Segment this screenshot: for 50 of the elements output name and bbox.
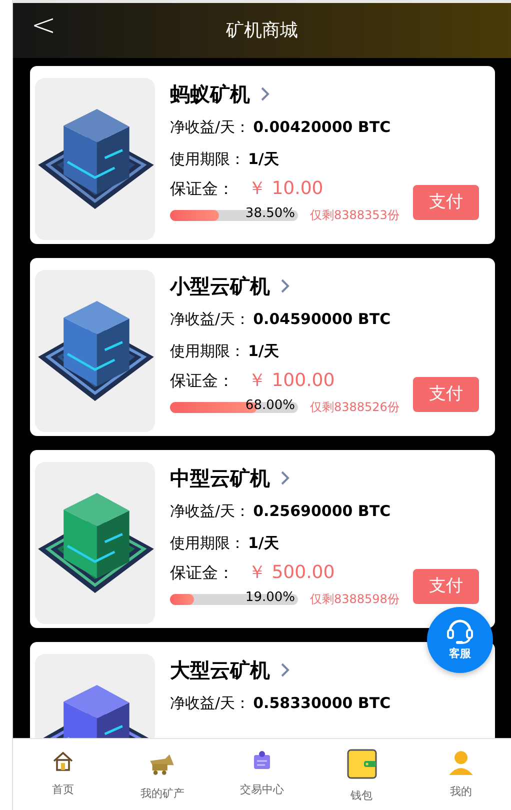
tab-label: 我的矿产 — [140, 786, 184, 802]
tab-item[interactable]: 我的矿产 — [112, 739, 212, 810]
product-name[interactable]: 大型云矿机 — [170, 655, 270, 685]
person-icon — [448, 749, 474, 775]
product-name[interactable]: 中型云矿机 — [170, 463, 270, 493]
wallet-icon — [346, 749, 377, 779]
house-icon — [50, 749, 75, 773]
headset-icon — [445, 617, 475, 646]
tab-item[interactable]: 交易中心 — [212, 739, 312, 810]
tab-item[interactable]: 首页 — [13, 739, 113, 810]
income-label: 净收益/天： — [170, 693, 250, 714]
remaining-stock: 仅剩8388526份 — [310, 399, 400, 416]
period-value: 1/天 — [248, 149, 279, 170]
chevron-right-icon[interactable] — [280, 278, 290, 294]
period-value: 1/天 — [248, 533, 279, 554]
progress-percent: 68.00% — [245, 398, 295, 414]
remaining-stock: 仅剩8388598份 — [310, 591, 400, 608]
deposit-label: 保证金： — [170, 370, 234, 392]
tab-label: 交易中心 — [240, 782, 284, 798]
period-label: 使用期限： — [170, 149, 245, 170]
product-name[interactable]: 小型云矿机 — [170, 271, 270, 301]
income-value: 0.04590000 BTC — [253, 309, 391, 330]
period-label: 使用期限： — [170, 533, 245, 554]
progress-percent: 19.00% — [245, 590, 295, 606]
chevron-right-icon[interactable] — [280, 470, 290, 486]
deposit-price: ￥ 10.00 — [248, 177, 324, 201]
deposit-label: 保证金： — [170, 562, 234, 584]
tab-item[interactable]: 钱包 — [312, 739, 412, 810]
progress-percent: 38.50% — [245, 206, 295, 222]
page-title: 矿机商城 — [226, 19, 298, 43]
deposit-price: ￥ 100.00 — [248, 369, 335, 393]
deposit-label: 保证金： — [170, 178, 234, 200]
income-label: 净收益/天： — [170, 309, 250, 330]
tab-label: 我的 — [450, 784, 472, 800]
back-button[interactable]: < — [31, 11, 56, 41]
income-label: 净收益/天： — [170, 501, 250, 522]
period-label: 使用期限： — [170, 341, 245, 362]
tab-label: 首页 — [52, 782, 74, 798]
chevron-right-icon[interactable] — [280, 662, 290, 678]
remaining-stock: 仅剩8388353份 — [310, 207, 400, 224]
deposit-price: ￥ 500.00 — [248, 561, 335, 585]
period-value: 1/天 — [248, 341, 279, 362]
product-name[interactable]: 蚂蚁矿机 — [170, 79, 250, 109]
income-value: 0.00420000 BTC — [253, 117, 391, 138]
tab-label: 钱包 — [350, 788, 373, 804]
tab-item[interactable]: 我的 — [411, 739, 511, 810]
chevron-right-icon[interactable] — [260, 86, 270, 102]
income-value: 0.25690000 BTC — [253, 501, 391, 522]
income-value: 0.58330000 BTC — [253, 693, 391, 714]
income-label: 净收益/天： — [170, 117, 250, 138]
